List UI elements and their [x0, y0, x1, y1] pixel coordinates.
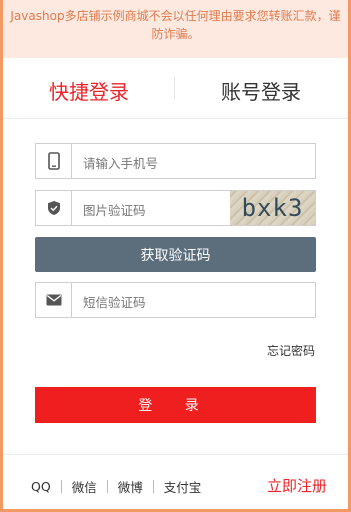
divider — [106, 480, 108, 493]
oauth-wechat[interactable]: 微信 — [72, 477, 97, 496]
sms-placeholder: 短信验证码 — [83, 295, 146, 310]
oauth-qq[interactable]: QQ — [31, 479, 51, 494]
captcha-field[interactable]: 图片验证码 bxk3 — [35, 190, 316, 226]
phone-field[interactable]: 请输入手机号 — [35, 143, 316, 179]
captcha-image[interactable]: bxk3 — [230, 191, 315, 225]
register-link[interactable]: 立即注册 — [267, 475, 327, 496]
oauth-links: QQ 微信 微博 支付宝 — [31, 477, 201, 496]
login-button[interactable]: 登 录 — [35, 387, 316, 423]
captcha-placeholder: 图片验证码 — [83, 203, 146, 218]
captcha-image-text: bxk3 — [241, 194, 304, 222]
phone-icon — [36, 144, 72, 178]
notice-text: Javashop多店铺示例商城不会以任何理由要求您转账汇款，谨防诈骗。 — [10, 9, 341, 41]
oauth-alipay[interactable]: 支付宝 — [164, 477, 202, 496]
divider — [60, 480, 62, 493]
divider — [152, 480, 154, 493]
sms-code-field[interactable]: 短信验证码 — [35, 282, 316, 318]
mail-icon — [36, 283, 72, 317]
oauth-weibo[interactable]: 微博 — [118, 477, 143, 496]
forgot-password-link[interactable]: 忘记密码 — [267, 342, 315, 359]
anti-fraud-notice: Javashop多店铺示例商城不会以任何理由要求您转账汇款，谨防诈骗。 — [0, 0, 351, 58]
tab-divider — [174, 77, 175, 99]
tab-quick-login[interactable]: 快捷登录 — [49, 76, 129, 105]
phone-placeholder: 请输入手机号 — [83, 156, 159, 171]
login-tabs: 快捷登录 账号登录 — [3, 58, 348, 119]
tab-account-login[interactable]: 账号登录 — [221, 76, 301, 105]
footer: QQ 微信 微博 支付宝 立即注册 — [3, 454, 348, 510]
shield-icon — [36, 191, 72, 225]
get-code-button[interactable]: 获取验证码 — [35, 237, 316, 272]
